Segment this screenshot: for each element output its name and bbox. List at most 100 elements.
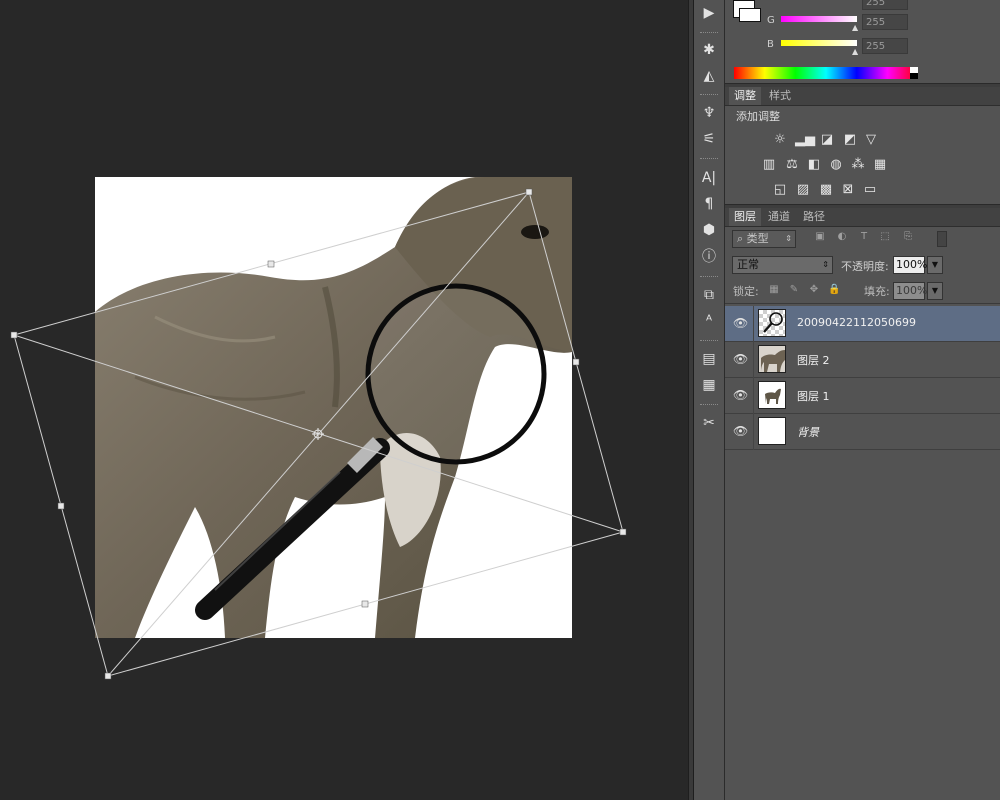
exposure-icon[interactable]: ◩ bbox=[841, 131, 859, 147]
transform-handle-top-right[interactable] bbox=[525, 188, 533, 196]
tab-channels[interactable]: 通道 bbox=[763, 208, 795, 226]
color-lookup-icon[interactable]: ▦ bbox=[871, 156, 889, 172]
color-r-value[interactable]: 255 bbox=[862, 0, 908, 10]
layer-row[interactable]: 👁 图层 2 bbox=[725, 342, 1000, 378]
transform-handle-top[interactable] bbox=[267, 260, 275, 268]
opacity-input[interactable]: 100% bbox=[893, 256, 927, 274]
tab-paths[interactable]: 路径 bbox=[798, 208, 830, 226]
transform-handle-top-left[interactable] bbox=[10, 331, 18, 339]
layer-row[interactable]: 👁 20090422112050699 bbox=[725, 306, 1000, 342]
play-icon[interactable]: ▶ bbox=[696, 2, 722, 24]
color-balance-icon[interactable]: ⚖ bbox=[783, 156, 801, 172]
transform-handle-left[interactable] bbox=[57, 502, 65, 510]
filter-smart-object-icon[interactable]: ⎘ bbox=[901, 231, 915, 245]
layer-name[interactable]: 图层 2 bbox=[797, 352, 830, 368]
color-g-value[interactable]: 255 bbox=[862, 14, 908, 30]
lock-all-icon[interactable]: 🔒 bbox=[828, 284, 840, 296]
layer-filter-select[interactable]: ⌕ 类型 ⇕ bbox=[732, 230, 796, 248]
layer-name[interactable]: 20090422112050699 bbox=[797, 316, 916, 329]
channel-mixer-icon[interactable]: ⁂ bbox=[849, 156, 867, 172]
color-b-value[interactable]: 255 bbox=[862, 38, 908, 54]
visibility-eye-icon[interactable]: 👁 bbox=[733, 389, 749, 401]
notes-icon[interactable]: ▤ bbox=[696, 348, 722, 370]
character-icon[interactable]: A| bbox=[696, 167, 722, 189]
brushes-icon[interactable]: ♆ bbox=[696, 102, 722, 124]
visibility-eye-icon[interactable]: 👁 bbox=[733, 425, 749, 437]
chevron-down-icon: ▼ bbox=[931, 286, 939, 295]
layer-name[interactable]: 图层 1 bbox=[797, 388, 830, 404]
filter-type-icon[interactable]: T bbox=[857, 231, 871, 245]
threshold-icon[interactable]: ▩ bbox=[817, 181, 835, 197]
color-spectrum-ramp[interactable] bbox=[734, 67, 918, 79]
visibility-eye-icon[interactable]: 👁 bbox=[733, 353, 749, 365]
blend-mode-value: 正常 bbox=[737, 258, 759, 271]
layer-thumbnail bbox=[758, 417, 786, 445]
filter-pixel-icon[interactable]: ▣ bbox=[813, 231, 827, 245]
dock-grip[interactable] bbox=[700, 158, 718, 162]
tab-layers[interactable]: 图层 bbox=[729, 208, 761, 226]
transform-handle-right[interactable] bbox=[572, 358, 580, 366]
layer-name[interactable]: 背景 bbox=[797, 424, 819, 440]
dock-grip[interactable] bbox=[700, 340, 718, 344]
info-icon[interactable]: ⓘ bbox=[696, 245, 722, 267]
histogram-icon[interactable]: ◭ bbox=[696, 65, 722, 87]
brightness-contrast-icon[interactable]: ☼ bbox=[771, 131, 789, 147]
slider-thumb-icon[interactable]: ▲ bbox=[852, 47, 858, 56]
opacity-label: 不透明度: bbox=[841, 260, 889, 273]
fill-dropdown[interactable]: ▼ bbox=[927, 282, 943, 300]
navigator-icon[interactable]: ✱ bbox=[696, 39, 722, 61]
levels-icon[interactable]: ▂▅ bbox=[795, 131, 815, 147]
eye-column-divider bbox=[753, 342, 754, 378]
invert-icon[interactable]: ◱ bbox=[771, 181, 789, 197]
search-icon: ⌕ bbox=[737, 232, 744, 245]
transform-handle-bottom-right[interactable] bbox=[619, 528, 627, 536]
panel-dock-strip: ▶ ✱ ◭ ♆ ⚟ A| ¶ ⬢ ⓘ ⧉ ᴬ ▤ ▦ ✂ bbox=[694, 0, 725, 800]
paragraph-styles-icon[interactable]: ▦ bbox=[696, 374, 722, 396]
transform-handle-bottom[interactable] bbox=[361, 600, 369, 608]
color-g-slider[interactable] bbox=[781, 16, 857, 22]
opacity-dropdown[interactable]: ▼ bbox=[927, 256, 943, 274]
blend-mode-select[interactable]: 正常 ⇕ bbox=[732, 256, 833, 274]
background-color-swatch[interactable] bbox=[739, 8, 761, 22]
selective-color-icon[interactable]: ⊠ bbox=[839, 181, 857, 197]
clone-source-icon[interactable]: ⧉ bbox=[696, 284, 722, 306]
curves-icon[interactable]: ◪ bbox=[818, 131, 836, 147]
fill-input[interactable]: 100% bbox=[893, 282, 927, 300]
fill-label: 填充: bbox=[864, 285, 890, 298]
brush-settings-icon[interactable]: ⚟ bbox=[696, 128, 722, 150]
dock-grip[interactable] bbox=[700, 94, 718, 98]
lock-image-icon[interactable]: ✎ bbox=[788, 284, 800, 296]
color-b-slider[interactable] bbox=[781, 40, 857, 46]
dock-grip[interactable] bbox=[700, 32, 718, 36]
tool-presets-icon[interactable]: ✂ bbox=[696, 412, 722, 434]
dock-grip[interactable] bbox=[700, 276, 718, 280]
gradient-map-icon[interactable]: ▭ bbox=[861, 181, 879, 197]
layers-empty-area[interactable] bbox=[725, 450, 1000, 800]
filter-adjustment-icon[interactable]: ◐ bbox=[835, 231, 849, 245]
layer-row[interactable]: 👁 背景 bbox=[725, 414, 1000, 450]
black-white-icon[interactable]: ◧ bbox=[805, 156, 823, 172]
right-panels: 255 G ▲ 255 B ▲ 255 调整 样式 添加调整 ☼ ▂▅ ◪ ◩ … bbox=[725, 0, 1000, 800]
character-styles-icon[interactable]: ᴬ bbox=[696, 310, 722, 332]
tab-adjustments[interactable]: 调整 bbox=[729, 87, 761, 105]
slider-thumb-icon[interactable]: ▲ bbox=[852, 23, 858, 32]
filter-toggle[interactable] bbox=[937, 231, 947, 247]
free-transform-overlay[interactable] bbox=[0, 0, 688, 800]
dock-grip[interactable] bbox=[700, 404, 718, 408]
lock-position-icon[interactable]: ✥ bbox=[808, 284, 820, 296]
hue-saturation-icon[interactable]: ▥ bbox=[760, 156, 778, 172]
chevron-updown-icon: ⇕ bbox=[785, 234, 792, 243]
photo-filter-icon[interactable]: ◍ bbox=[827, 156, 845, 172]
spectrum-black-swatch[interactable] bbox=[910, 73, 918, 79]
posterize-icon[interactable]: ▨ bbox=[794, 181, 812, 197]
lock-transparent-icon[interactable]: ▦ bbox=[768, 284, 780, 296]
vibrance-icon[interactable]: ▽ bbox=[862, 131, 880, 147]
paragraph-icon[interactable]: ¶ bbox=[696, 193, 722, 215]
tab-styles[interactable]: 样式 bbox=[764, 87, 796, 105]
filter-shape-icon[interactable]: ⬚ bbox=[878, 231, 892, 245]
transform-handle-bottom-left[interactable] bbox=[104, 672, 112, 680]
lock-label: 锁定: bbox=[733, 285, 759, 298]
visibility-eye-icon[interactable]: 👁 bbox=[733, 317, 749, 329]
layer-row[interactable]: 👁 图层 1 bbox=[725, 378, 1000, 414]
3d-icon[interactable]: ⬢ bbox=[696, 219, 722, 241]
